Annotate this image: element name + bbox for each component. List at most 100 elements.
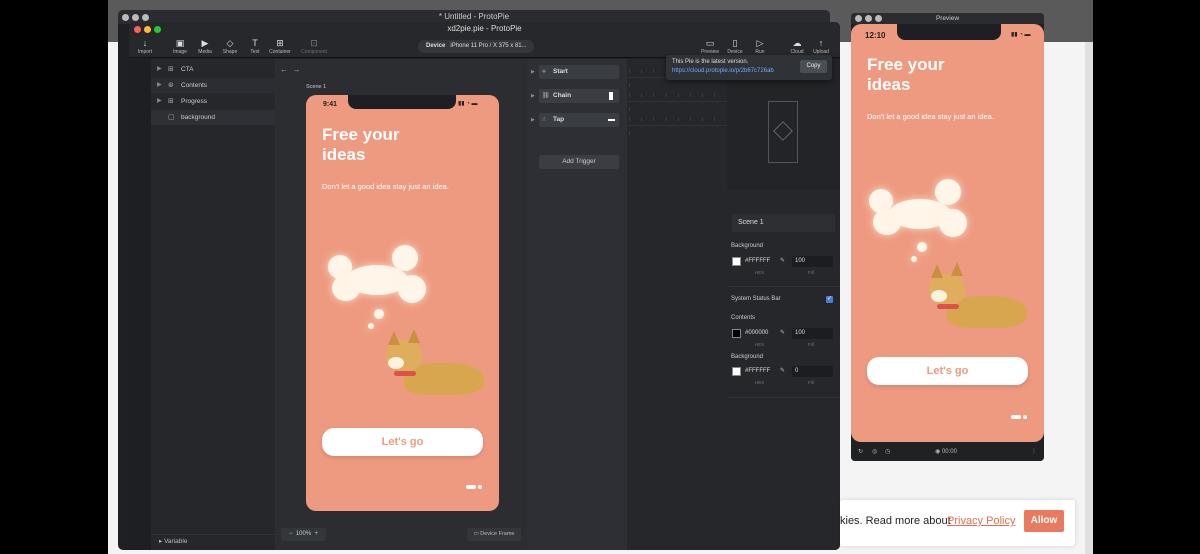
reload-icon[interactable]: ↻: [858, 443, 863, 461]
container-icon: ⊞: [168, 66, 174, 73]
zoom-dot[interactable]: [142, 14, 149, 21]
tap-icon: ☝: [542, 117, 546, 123]
hex-caption: HEX: [755, 342, 765, 347]
cloud-bubble: [374, 309, 384, 319]
close-dot[interactable]: [855, 15, 862, 22]
pie-logo-icon: [773, 121, 793, 141]
eyedropper-icon[interactable]: ✎: [780, 257, 785, 264]
cloud-bubble: [368, 323, 374, 329]
background-fill[interactable]: 100: [792, 256, 833, 267]
device-frame-button[interactable]: ▭ Device Frame: [467, 528, 521, 541]
minimize-button[interactable]: [144, 26, 151, 33]
contents-hex[interactable]: #000000: [745, 330, 768, 336]
upload-button[interactable]: ↑ Upload: [807, 38, 835, 55]
text-button[interactable]: T Text: [241, 38, 269, 55]
device-selector[interactable]: Device iPhone 11 Pro / X 375 x 81...: [418, 40, 534, 53]
close-button[interactable]: [134, 26, 141, 33]
pager-dot: [478, 485, 482, 489]
headline: Free your ideas: [867, 55, 945, 95]
copy-button[interactable]: Copy: [800, 60, 827, 73]
zoom-control[interactable]: − 100% +: [281, 528, 326, 541]
status-background-swatch[interactable]: [732, 367, 741, 376]
maximize-button[interactable]: [154, 26, 161, 33]
expand-icon[interactable]: ▶: [531, 113, 535, 127]
artboard-phone[interactable]: 9:41 ▮▮ ◔ ▬ Free your ideas Don't let a …: [306, 95, 499, 511]
variable-section[interactable]: ▸ Variable: [151, 534, 275, 548]
titlebar: xd2pie.pie - ProtoPie: [129, 22, 840, 36]
back-arrow-icon[interactable]: ←: [280, 65, 288, 74]
pager-active: [1011, 415, 1021, 419]
background-hex[interactable]: #FFFFFF: [745, 258, 770, 264]
dog-collar: [394, 371, 416, 376]
cloud-tooltip: This Pie is the latest version. https://…: [666, 55, 832, 80]
lets-go-button[interactable]: Let's go: [322, 428, 483, 456]
expand-icon[interactable]: ▶: [531, 65, 535, 79]
fill-caption: Fill: [808, 342, 814, 347]
cloud-puff: [398, 275, 426, 303]
preview-button[interactable]: ▭ Preview: [696, 38, 724, 55]
subtitle: Don't let a good idea stay just an idea.: [322, 182, 449, 191]
expand-icon[interactable]: ▶: [157, 94, 162, 109]
canvas[interactable]: ← → Scene 1 9:41 ▮▮ ◔ ▬ Free your ideas …: [275, 59, 527, 550]
background-swatch[interactable]: [732, 257, 741, 266]
timeline-panel[interactable]: | | | | | | | | | | | | | | | | | | | | …: [627, 59, 727, 550]
cookie-banner: kies. Read more about Privacy Policy All…: [840, 500, 1075, 546]
speed-icon[interactable]: ◷: [885, 443, 890, 461]
dog-collar: [937, 304, 959, 309]
expand-icon[interactable]: ▶: [531, 89, 535, 103]
status-background-fill[interactable]: 0: [792, 366, 833, 377]
preview-window: Preview 12:10 ▮▮ ◔ ▬ Free your ideas Don…: [851, 13, 1044, 461]
scene-name-field[interactable]: Scene 1: [732, 214, 835, 232]
minimize-dot[interactable]: [132, 14, 139, 21]
subtitle: Don't let a good idea stay just an idea.: [867, 112, 994, 121]
cloud-puff: [935, 179, 961, 205]
device-button[interactable]: ▯ Device: [721, 38, 749, 55]
left-strip: [129, 59, 151, 550]
status-bar-checkbox[interactable]: ✓: [826, 296, 833, 303]
allow-button[interactable]: Allow: [1024, 510, 1064, 532]
trigger-chain[interactable]: ▶ ⛓ Chain: [531, 89, 619, 103]
layer-cta[interactable]: ▶ ⊞ CTA: [151, 62, 275, 77]
lets-go-button[interactable]: Let's go: [867, 357, 1028, 385]
expand-icon[interactable]: ▶: [157, 78, 162, 93]
forward-arrow-icon[interactable]: →: [292, 65, 300, 74]
touch-icon[interactable]: ◎: [872, 443, 877, 461]
status-bar-label: System Status Bar: [731, 296, 781, 302]
privacy-policy-link[interactable]: Privacy Policy: [947, 515, 1015, 527]
eyedropper-icon[interactable]: ✎: [780, 329, 785, 336]
rectangle-icon: ▢: [168, 114, 175, 121]
layer-contents[interactable]: ▶ ⊛ Contents: [151, 78, 275, 93]
component-button[interactable]: ⊡ Component: [300, 38, 328, 55]
hex-caption: HEX: [755, 270, 765, 275]
run-button[interactable]: ▷ Run: [746, 38, 774, 55]
timer[interactable]: ◉ 00:00: [935, 443, 957, 461]
shape-button[interactable]: ◇ Shape: [216, 38, 244, 55]
close-dot[interactable]: [122, 14, 129, 21]
import-button[interactable]: ↓ Import: [131, 38, 159, 55]
status-background-hex[interactable]: #FFFFFF: [745, 368, 770, 374]
eyedropper-icon[interactable]: ✎: [780, 367, 785, 374]
contents-fill[interactable]: 100: [792, 328, 833, 339]
protopie-window: xd2pie.pie - ProtoPie ↓ Import ▣ Image ▶ Me…: [129, 22, 840, 550]
more-icon[interactable]: ⋮: [1031, 443, 1037, 461]
layer-background[interactable]: ▢ background: [151, 110, 275, 125]
media-button[interactable]: ▶ Media: [191, 38, 219, 55]
preview-phone[interactable]: 12:10 ▮▮ ◔ ▬ Free your ideas Don't let a…: [851, 24, 1044, 442]
cloud-puff: [939, 209, 967, 237]
add-trigger-button[interactable]: Add Trigger: [539, 155, 619, 169]
layer-progress[interactable]: ▶ ⊞ Progress: [151, 94, 275, 109]
contents-swatch[interactable]: [732, 329, 741, 338]
expand-icon[interactable]: ▶: [157, 62, 162, 77]
container-button[interactable]: ⊞ Container: [266, 38, 294, 55]
image-button[interactable]: ▣ Image: [166, 38, 194, 55]
scene-label[interactable]: Scene 1: [306, 84, 326, 90]
browser-scrollbar[interactable]: [1085, 42, 1093, 554]
trigger-start[interactable]: ▶ ⟡ Start: [531, 65, 619, 79]
image-icon: ▣: [175, 38, 185, 48]
start-icon: ⟡: [542, 69, 546, 75]
dog-ear: [951, 262, 963, 276]
zoom-dot[interactable]: [875, 15, 882, 22]
minimize-dot[interactable]: [865, 15, 872, 22]
tooltip-url[interactable]: https://cloud.protopie.io/p/2b67c726ab: [672, 68, 774, 74]
trigger-tap[interactable]: ▶ ☝ Tap: [531, 113, 619, 127]
